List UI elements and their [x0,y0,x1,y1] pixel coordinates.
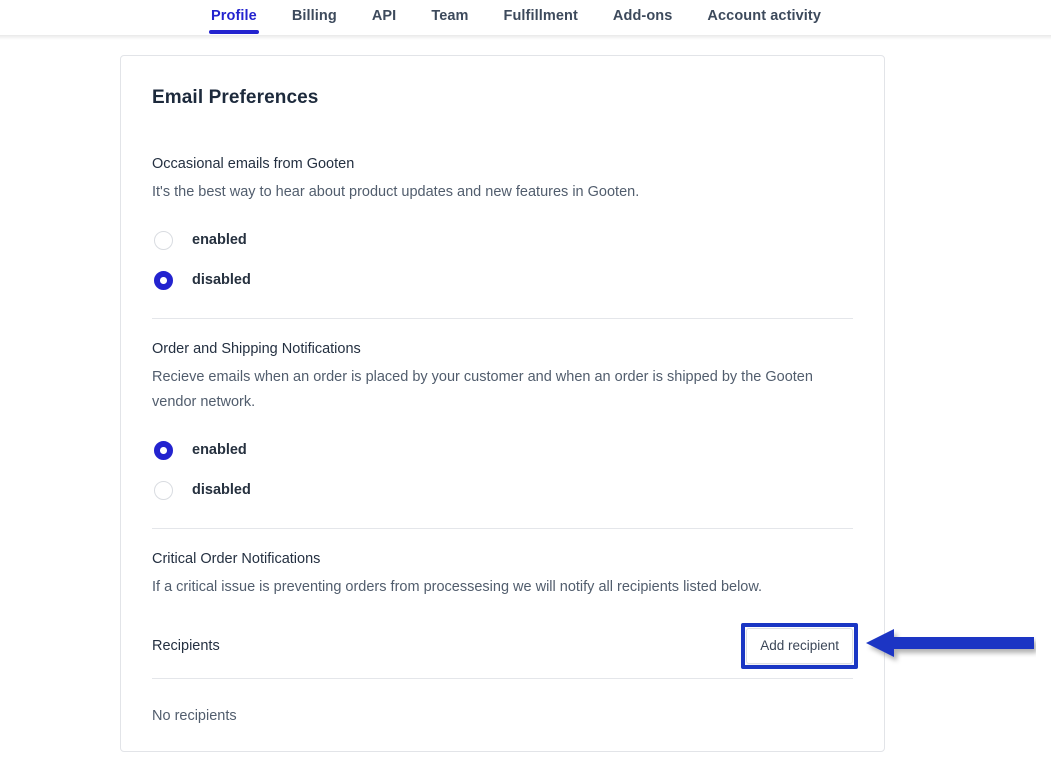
radio-button-icon[interactable] [154,231,173,250]
radio-option-label: enabled [192,232,247,248]
settings-tab-bar: Profile Billing API Team Fulfillment Add… [0,0,1051,35]
tab-label: Fulfillment [503,8,578,24]
tab-team[interactable]: Team [431,0,468,25]
radio-option-disabled[interactable]: disabled [152,475,853,506]
recipients-label: Recipients [152,638,220,654]
recipients-divider [152,678,853,679]
section-order-shipping-notifications: Order and Shipping Notifications Recieve… [152,339,853,506]
annotation-arrow-container [866,625,1036,665]
section-description: It's the best way to hear about product … [152,184,640,200]
radio-option-label: disabled [192,272,251,288]
radio-button-icon[interactable] [154,481,173,500]
radio-group-occasional-emails: enabled disabled [152,225,853,296]
tab-label: Add-ons [612,8,673,24]
radio-button-selected-icon[interactable] [154,441,173,460]
tab-profile[interactable]: Profile [209,0,259,34]
tab-billing[interactable]: Billing [292,0,337,25]
radio-option-enabled[interactable]: enabled [152,225,853,256]
tab-add-ons[interactable]: Add-ons [613,0,673,25]
radio-option-disabled[interactable]: disabled [152,265,853,296]
radio-option-label: enabled [192,442,247,458]
section-heading: Order and Shipping Notifications [152,341,361,357]
section-heading: Critical Order Notifications [152,551,321,567]
tab-label: Billing [291,8,337,24]
recipients-row: Recipients Add recipient [152,623,858,669]
page-root: Profile Billing API Team Fulfillment Add… [0,0,1051,765]
radio-option-label: disabled [192,482,251,498]
tab-label: Team [431,8,469,24]
section-divider [152,318,853,319]
tab-fulfillment[interactable]: Fulfillment [504,0,578,25]
section-description: If a critical issue is preventing orders… [152,579,763,595]
tab-label: Profile [211,8,257,24]
section-heading: Occasional emails from Gooten [152,156,355,172]
add-recipient-wrapper: Add recipient [741,623,858,669]
tab-label: API [371,8,397,24]
email-preferences-card: Email Preferences Occasional emails from… [120,55,885,752]
arrow-left-icon [866,629,1034,657]
tab-api[interactable]: API [372,0,396,25]
section-critical-order-notifications: Critical Order Notifications If a critic… [152,549,858,726]
tab-bar-shadow [0,35,1051,40]
radio-button-selected-icon[interactable] [154,271,173,290]
page-title: Email Preferences [152,87,319,108]
add-recipient-button[interactable]: Add recipient [746,628,853,664]
tab-label: Account activity [707,8,822,24]
radio-option-enabled[interactable]: enabled [152,435,853,466]
recipients-empty-state: No recipients [152,708,237,724]
section-occasional-emails: Occasional emails from Gooten It's the b… [152,154,853,296]
section-divider [152,528,853,529]
section-description: Recieve emails when an order is placed b… [152,369,813,410]
radio-group-order-shipping: enabled disabled [152,435,853,506]
tab-account-activity[interactable]: Account activity [707,0,821,25]
